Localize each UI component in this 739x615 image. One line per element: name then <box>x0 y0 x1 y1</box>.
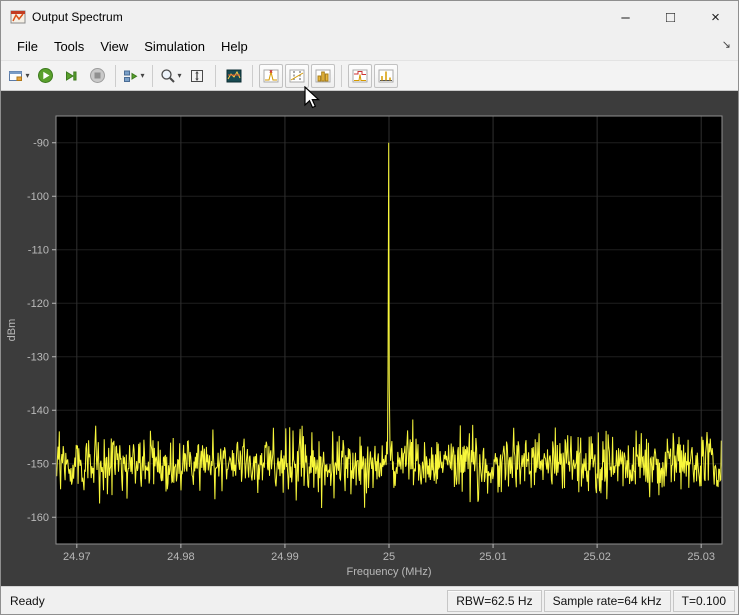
spectral-mask-button[interactable] <box>348 63 372 88</box>
svg-text:24.97: 24.97 <box>63 551 91 563</box>
dropdown-icon: ▾ <box>177 71 182 80</box>
spectrum-plot[interactable]: 24.97 24.98 24.99 25 25.01 25.02 25.03 -90 -100 -… <box>1 91 738 586</box>
status-ready: Ready <box>10 593 45 608</box>
distortion-measurements-icon <box>378 69 394 82</box>
svg-text:-130: -130 <box>27 351 49 363</box>
status-rbw: RBW=62.5 Hz <box>447 589 542 612</box>
run-icon <box>37 68 53 83</box>
dropdown-icon: ▾ <box>25 71 30 80</box>
svg-text:-110: -110 <box>28 244 49 256</box>
status-time: T=0.100 <box>672 589 735 612</box>
svg-text:-90: -90 <box>33 137 49 149</box>
svg-text:dBm: dBm <box>6 319 18 342</box>
svg-text:24.98: 24.98 <box>167 551 195 563</box>
menu-simulation[interactable]: Simulation <box>136 35 213 58</box>
toolbar-separator <box>252 64 253 87</box>
step-forward-button[interactable] <box>59 64 83 88</box>
stop-button[interactable] <box>85 64 109 88</box>
menubar: File Tools View Simulation Help ↘ <box>1 33 738 60</box>
peak-finder-icon <box>263 69 279 82</box>
toolbar-separator <box>341 64 342 87</box>
menu-file[interactable]: File <box>9 35 46 58</box>
dropdown-icon: ▾ <box>140 71 145 80</box>
minimize-button[interactable]: – <box>603 1 648 33</box>
svg-text:-160: -160 <box>27 512 49 524</box>
simulation-step-options-button[interactable]: ▾ <box>122 64 146 88</box>
signal-statistics-icon <box>315 69 331 82</box>
peak-finder-button[interactable] <box>259 63 283 88</box>
zoom-button[interactable]: ▾ <box>159 64 183 88</box>
svg-text:25.03: 25.03 <box>687 551 715 563</box>
window-title: Output Spectrum <box>32 10 123 24</box>
signal-statistics-button[interactable] <box>311 63 335 88</box>
collapse-arrow-icon[interactable]: ↘ <box>722 38 731 51</box>
spectral-mask-icon <box>352 69 368 82</box>
svg-text:-150: -150 <box>27 458 49 470</box>
scale-axes-button[interactable] <box>185 64 209 88</box>
spectrum-analyzer-window: Output Spectrum – □ × File Tools View Si… <box>0 0 739 615</box>
spectrum-settings-icon <box>226 69 242 82</box>
statusbar: Ready RBW=62.5 Hz Sample rate=64 kHz T=0… <box>1 586 738 614</box>
cursor-measurements-icon <box>289 69 305 82</box>
titlebar: Output Spectrum – □ × <box>1 1 738 33</box>
run-button[interactable] <box>33 64 57 88</box>
distortion-measurements-button[interactable] <box>374 63 398 88</box>
toolbar-separator <box>215 64 216 87</box>
svg-text:25: 25 <box>383 551 395 563</box>
menu-tools[interactable]: Tools <box>46 35 92 58</box>
menu-view[interactable]: View <box>92 35 136 58</box>
window-controls: – □ × <box>603 1 738 33</box>
status-sample-rate: Sample rate=64 kHz <box>543 589 671 612</box>
svg-text:25.02: 25.02 <box>583 551 611 563</box>
svg-text:-100: -100 <box>27 191 49 203</box>
svg-text:-120: -120 <box>27 298 49 310</box>
plot-panel: 24.97 24.98 24.99 25 25.01 25.02 25.03 -90 -100 -… <box>1 91 738 586</box>
app-icon <box>10 9 26 25</box>
toolbar: ▾ ▾ ▾ <box>1 60 738 91</box>
maximize-button[interactable]: □ <box>648 1 693 33</box>
simulation-step-options-icon <box>124 70 138 82</box>
step-forward-icon <box>66 70 77 81</box>
stop-icon <box>89 68 105 83</box>
zoom-icon <box>161 68 176 83</box>
close-button[interactable]: × <box>693 1 738 33</box>
svg-text:Frequency (MHz): Frequency (MHz) <box>347 566 432 578</box>
svg-text:-140: -140 <box>27 405 49 417</box>
menu-help[interactable]: Help <box>213 35 256 58</box>
svg-text:25.01: 25.01 <box>479 551 507 563</box>
toolbar-separator <box>152 64 153 87</box>
scope-settings-button[interactable]: ▾ <box>7 64 31 88</box>
scope-settings-icon <box>9 70 23 81</box>
svg-text:24.99: 24.99 <box>271 551 299 563</box>
spectrum-settings-button[interactable] <box>222 64 246 88</box>
scale-axes-icon <box>191 69 203 82</box>
toolbar-separator <box>115 64 116 87</box>
cursor-measurements-button[interactable] <box>285 63 309 88</box>
status-cells: RBW=62.5 Hz Sample rate=64 kHz T=0.100 <box>447 589 735 612</box>
